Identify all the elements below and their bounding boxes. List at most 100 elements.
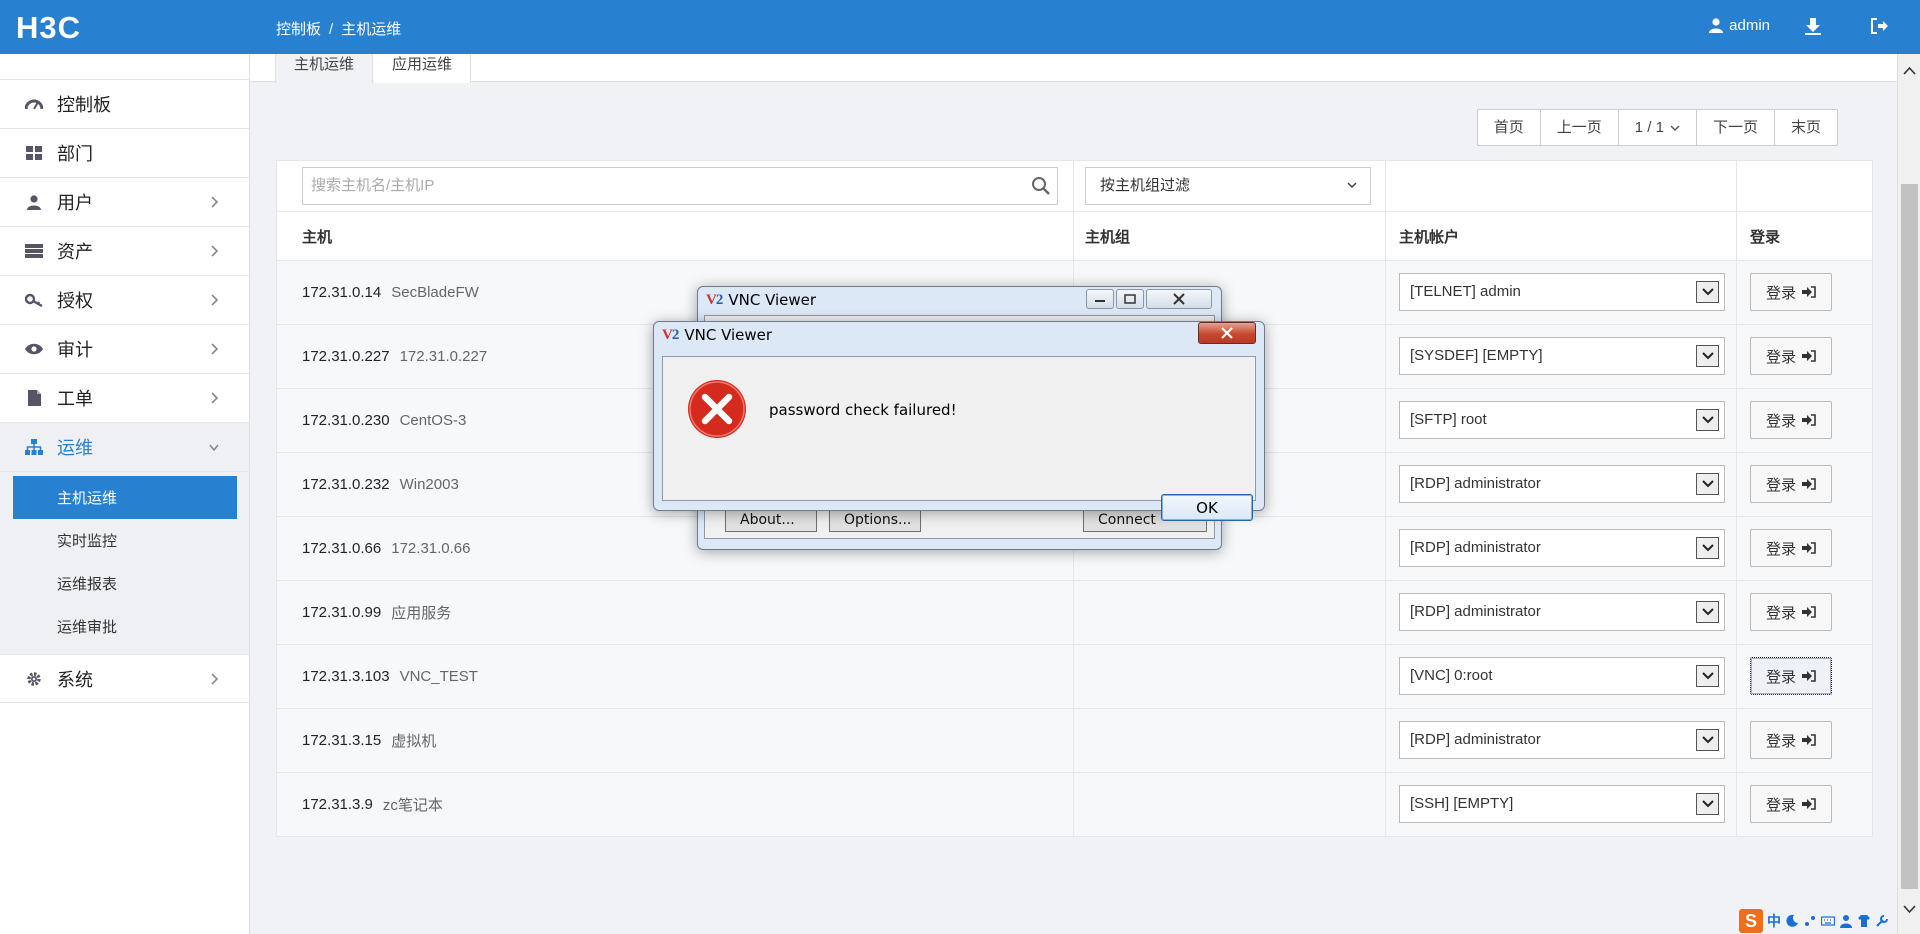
search-icon[interactable] (1031, 176, 1051, 196)
host-name: 172.31.0.227 (399, 348, 488, 365)
page-last-button[interactable]: 末页 (1773, 110, 1837, 145)
page-first-button[interactable]: 首页 (1478, 110, 1540, 145)
sidebar-item-operations[interactable]: 运维 (0, 422, 249, 471)
maximize-button[interactable] (1116, 289, 1144, 309)
close-icon (1221, 327, 1233, 339)
dialog-body: password check failured! OK (662, 356, 1256, 521)
dropdown-arrow-button[interactable] (1696, 345, 1719, 367)
options-button[interactable]: Options... (829, 510, 921, 532)
logout-icon[interactable] (1868, 15, 1890, 37)
login-button[interactable]: 登录 (1750, 401, 1832, 439)
page-scrollbar[interactable] (1897, 54, 1920, 934)
page-prev-button[interactable]: 上一页 (1539, 110, 1618, 145)
moon-icon[interactable] (1785, 914, 1799, 928)
submenu-item-ops-report[interactable]: 运维报表 (13, 562, 237, 605)
dropdown-arrow-button[interactable] (1696, 281, 1719, 303)
account-value: [SSH] [EMPTY] (1410, 795, 1514, 812)
dropdown-arrow-button[interactable] (1696, 729, 1719, 751)
page-next-button[interactable]: 下一页 (1695, 110, 1774, 145)
host-name: Win2003 (399, 476, 459, 493)
about-button[interactable]: About... (725, 510, 817, 532)
scrollbar-thumb[interactable] (1901, 184, 1918, 889)
scroll-up-arrow-icon[interactable] (1903, 66, 1916, 76)
account-select[interactable]: [SFTP] root (1399, 401, 1725, 439)
host-ip[interactable]: 172.31.0.232 (302, 476, 390, 493)
login-button[interactable]: 登录 (1750, 785, 1832, 823)
sidebar-item-audit[interactable]: 审计 (0, 324, 249, 373)
tab-host-ops[interactable]: 主机运维 (275, 54, 374, 83)
account-value: [RDP] administrator (1410, 539, 1541, 556)
close-button[interactable] (1146, 289, 1212, 309)
svg-text:H3C: H3C (16, 10, 81, 45)
tab-app-ops[interactable]: 应用运维 (374, 54, 472, 83)
dropdown-arrow-button[interactable] (1696, 473, 1719, 495)
dropdown-arrow-button[interactable] (1696, 793, 1719, 815)
minimize-button[interactable] (1086, 289, 1114, 309)
submenu-item-host-ops[interactable]: 主机运维 (13, 476, 237, 519)
account-select[interactable]: [SSH] [EMPTY] (1399, 785, 1725, 823)
dropdown-arrow-button[interactable] (1696, 537, 1719, 559)
login-button[interactable]: 登录 (1750, 337, 1832, 375)
login-button[interactable]: 登录 (1750, 593, 1832, 631)
account-select[interactable]: [RDP] administrator (1399, 593, 1725, 631)
dropdown-arrow-button[interactable] (1696, 409, 1719, 431)
column-divider (1385, 389, 1386, 452)
login-button[interactable]: 登录 (1750, 465, 1832, 503)
wrench-icon[interactable] (1875, 914, 1889, 928)
host-name: VNC_TEST (399, 668, 478, 685)
dashboard-icon (24, 94, 44, 114)
login-button[interactable]: 登录 (1750, 657, 1832, 695)
tab-bar: 主机运维 应用运维 (250, 54, 1897, 83)
login-button[interactable]: 登录 (1750, 529, 1832, 567)
account-select[interactable]: [RDP] administrator (1399, 721, 1725, 759)
column-divider (1385, 212, 1386, 260)
sidebar-item-users[interactable]: 用户 (0, 177, 249, 226)
host-ip[interactable]: 172.31.0.14 (302, 284, 381, 301)
dropdown-arrow-button[interactable] (1696, 601, 1719, 623)
dialog-close-button[interactable] (1198, 322, 1256, 344)
sidebar-item-assets[interactable]: 资产 (0, 226, 249, 275)
host-ip[interactable]: 172.31.3.9 (302, 796, 373, 813)
ok-button[interactable]: OK (1161, 494, 1253, 521)
host-ip[interactable]: 172.31.3.103 (302, 668, 390, 685)
account-select[interactable]: [RDP] administrator (1399, 529, 1725, 567)
sidebar-item-system[interactable]: 系统 (0, 654, 249, 703)
submenu-item-realtime-monitor[interactable]: 实时监控 (13, 519, 237, 562)
download-icon[interactable] (1802, 15, 1824, 37)
account-select[interactable]: [RDP] administrator (1399, 465, 1725, 503)
account-select[interactable]: [TELNET] admin (1399, 273, 1725, 311)
keyboard-icon[interactable] (1821, 914, 1835, 928)
table-row: 172.31.3.15 虚拟机 [RDP] administrator 登录 (277, 708, 1872, 772)
ime-mode-label[interactable]: 中 (1767, 911, 1781, 931)
sidebar-item-dashboard[interactable]: 控制板 (0, 79, 249, 128)
user-group-icon[interactable] (1839, 914, 1853, 928)
user-menu[interactable]: admin (1709, 17, 1770, 34)
host-ip[interactable]: 172.31.0.99 (302, 604, 381, 621)
account-value: [TELNET] admin (1410, 283, 1521, 300)
h3c-logo[interactable]: H3C (14, 9, 114, 45)
sidebar-item-department[interactable]: 部门 (0, 128, 249, 177)
account-value: [SYSDEF] [EMPTY] (1410, 347, 1543, 364)
sidebar-item-authorization[interactable]: 授权 (0, 275, 249, 324)
sidebar-item-tickets[interactable]: 工单 (0, 373, 249, 422)
search-input[interactable]: 搜索主机名/主机IP (302, 167, 1058, 205)
sogou-logo-icon[interactable]: S (1739, 909, 1763, 933)
group-filter-select[interactable]: 按主机组过滤 (1085, 167, 1371, 205)
login-button[interactable]: 登录 (1750, 721, 1832, 759)
submenu-item-ops-approval[interactable]: 运维审批 (13, 605, 237, 648)
host-ip[interactable]: 172.31.0.227 (302, 348, 390, 365)
host-ip[interactable]: 172.31.0.230 (302, 412, 390, 429)
account-select[interactable]: [SYSDEF] [EMPTY] (1399, 337, 1725, 375)
account-select[interactable]: [VNC] 0:root (1399, 657, 1725, 695)
dropdown-arrow-button[interactable] (1696, 665, 1719, 687)
shirt-icon[interactable] (1857, 914, 1871, 928)
sign-in-icon (1802, 414, 1816, 426)
login-button[interactable]: 登录 (1750, 273, 1832, 311)
breadcrumb-home[interactable]: 控制板 (276, 21, 321, 38)
page-indicator: 1 / 1 (1634, 119, 1664, 136)
host-ip[interactable]: 172.31.3.15 (302, 732, 381, 749)
punctuation-icon[interactable] (1803, 914, 1817, 928)
page-select[interactable]: 1 / 1 (1617, 110, 1696, 145)
host-ip[interactable]: 172.31.0.66 (302, 540, 381, 557)
grid-icon (24, 143, 44, 163)
